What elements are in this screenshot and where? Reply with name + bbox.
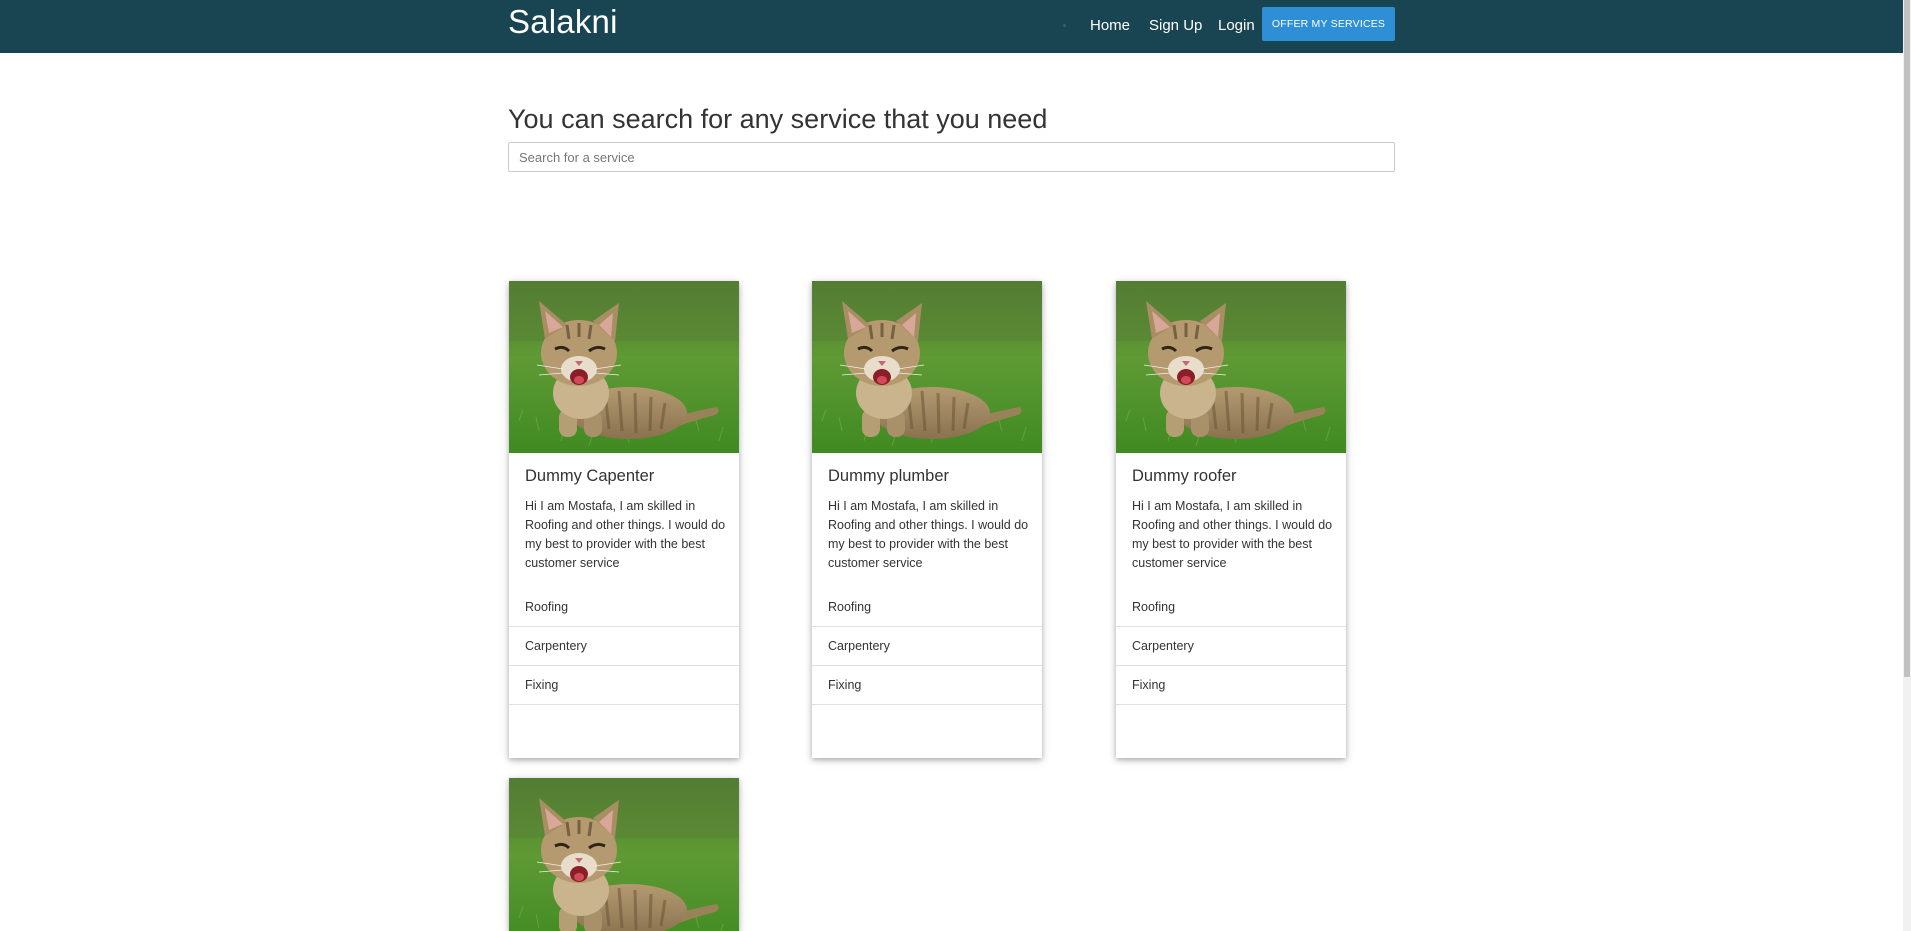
service-card[interactable]: [509, 778, 739, 931]
service-card[interactable]: Dummy roofer Hi I am Mostafa, I am skill…: [1116, 281, 1346, 758]
service-tag: Fixing: [509, 666, 739, 705]
search-heading: You can search for any service that you …: [508, 104, 1048, 134]
service-card-description: Hi I am Mostafa, I am skilled in Roofing…: [1132, 499, 1333, 570]
service-card-image: [509, 778, 739, 931]
service-tag: Roofing: [1116, 588, 1346, 627]
offer-my-services-button[interactable]: OFFER MY SERVICES: [1262, 7, 1395, 41]
service-tag: Carpentery: [1116, 627, 1346, 666]
nav-link-sign-up[interactable]: Sign Up: [1149, 17, 1202, 34]
service-card-description: Hi I am Mostafa, I am skilled in Roofing…: [525, 499, 726, 570]
nav-link-home[interactable]: Home: [1090, 17, 1130, 34]
service-tag: Roofing: [812, 588, 1042, 627]
service-card-image: [1116, 281, 1346, 453]
nav-separator-dot: [1063, 24, 1066, 27]
service-tag: Fixing: [1116, 666, 1346, 705]
service-card-image: [509, 281, 739, 453]
service-card-description: Hi I am Mostafa, I am skilled in Roofing…: [828, 499, 1029, 570]
service-card[interactable]: Dummy Capenter Hi I am Mostafa, I am ski…: [509, 281, 739, 758]
nav-link-login[interactable]: Login: [1218, 17, 1255, 34]
service-tag: Carpentery: [812, 627, 1042, 666]
service-card-image: [812, 281, 1042, 453]
service-tag: Roofing: [509, 588, 739, 627]
service-tag: Fixing: [812, 666, 1042, 705]
service-card[interactable]: Dummy plumber Hi I am Mostafa, I am skil…: [812, 281, 1042, 758]
service-card-title[interactable]: Dummy Capenter: [525, 467, 654, 486]
top-navbar: Salakni Home Sign Up Login OFFER MY SERV…: [0, 0, 1903, 53]
scrollbar-thumb[interactable]: [1904, 0, 1910, 677]
page-scrollbar[interactable]: [1903, 0, 1911, 931]
search-input[interactable]: [508, 142, 1395, 172]
brand-logo[interactable]: Salakni: [508, 3, 618, 41]
service-tag: Carpentery: [509, 627, 739, 666]
service-card-title[interactable]: Dummy plumber: [828, 467, 949, 486]
service-card-title[interactable]: Dummy roofer: [1132, 467, 1237, 486]
